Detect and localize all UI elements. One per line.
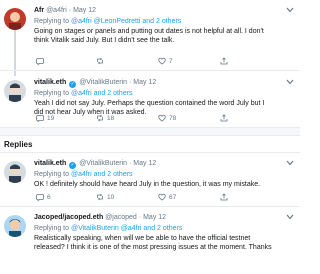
like-count: 67 [169, 193, 177, 201]
retweet-count: 18 [107, 114, 115, 122]
retweet-icon [97, 57, 103, 65]
like-count: 78 [169, 114, 177, 122]
author-handle[interactable]: @VitalikButerin [79, 79, 127, 86]
like-button[interactable]: 67 [158, 192, 176, 202]
author-name[interactable]: Jacoped/jacoped.eth [34, 214, 103, 221]
tweet-date[interactable]: May 12 [143, 214, 166, 221]
reply-button[interactable]: 19 [36, 113, 54, 123]
reply-count: 6 [47, 193, 51, 201]
tweet-text-line: think Vitalik said July. But I didn't se… [34, 37, 175, 45]
tweet-vitalik-1[interactable]: vitalik.eth ✓ @VitalikButerin · May 12 R… [0, 71, 300, 126]
replying-to-link[interactable]: @VitalikButerin @a4fri and 2 others [71, 225, 182, 232]
replying-to-link[interactable]: @a4fri @LeonPedretti and 2 others [71, 18, 181, 25]
share-button[interactable] [220, 56, 228, 66]
avatar[interactable] [4, 215, 26, 237]
share-button[interactable] [220, 113, 228, 123]
author-handle[interactable]: @a4fri [46, 7, 67, 14]
like-button[interactable]: 78 [158, 113, 176, 123]
reply-button[interactable]: 6 [36, 192, 51, 202]
replying-to-label: Replying to [34, 225, 71, 232]
tweet-text-line: Going on stages or panels and putting ou… [34, 28, 264, 35]
like-icon [158, 57, 166, 65]
caret-down-icon[interactable] [286, 79, 294, 85]
caret-down-icon[interactable] [286, 214, 294, 220]
retweet-button[interactable] [96, 56, 107, 66]
author-name[interactable]: vitalik.eth [34, 160, 66, 167]
tweet-text-line: Realistically speaking, when will we be … [34, 235, 251, 242]
replying-to-link[interactable]: @a4fri and 2 others [71, 171, 133, 178]
retweet-button[interactable]: 18 [96, 113, 114, 123]
separator-dot: · [129, 160, 132, 167]
caret-down-icon[interactable] [286, 7, 294, 13]
share-icon [220, 193, 228, 201]
author-handle[interactable]: @VitalikButerin [79, 160, 127, 167]
like-icon [158, 193, 166, 201]
separator-dot: · [129, 79, 132, 86]
avatar[interactable] [4, 80, 26, 102]
share-button[interactable] [220, 192, 228, 202]
like-count: 7 [169, 57, 173, 65]
section-gap [0, 127, 300, 136]
tweet-text-line: OK ! definitely should have heard July i… [34, 181, 261, 188]
replying-to-link[interactable]: @a4fri and 2 others [71, 90, 133, 97]
replies-heading: Replies [4, 140, 33, 149]
author-handle[interactable]: @jacoped [105, 214, 137, 221]
tweet-text-line: Yeah I did not say July. Perhaps the que… [34, 100, 265, 107]
like-button[interactable]: 7 [158, 56, 173, 66]
tweet-text: OK ! definitely should have heard July i… [34, 180, 296, 189]
tweet-text: Going on stages or panels and putting ou… [34, 27, 296, 45]
caret-down-icon[interactable] [286, 160, 294, 166]
separator-dot: · [138, 214, 142, 221]
tweet-date[interactable]: May 12 [133, 79, 156, 86]
like-icon [158, 114, 166, 122]
reply-icon [36, 194, 44, 201]
replying-to-label: Replying to [34, 18, 71, 25]
reply-icon [36, 58, 44, 65]
author-name[interactable]: vitalik.eth [34, 79, 66, 86]
tweet-date[interactable]: May 12 [133, 160, 156, 167]
replying-to-label: Replying to [34, 90, 71, 97]
retweet-count: 10 [107, 193, 115, 201]
separator-dot: · [68, 7, 72, 14]
reply-count: 19 [47, 114, 55, 122]
tweet-afr[interactable]: Afr @a4fri · May 12 Replying to @a4fri @… [0, 0, 300, 70]
share-icon [220, 57, 228, 65]
tweet-text: Realistically speaking, when will we be … [34, 234, 296, 252]
share-icon [220, 114, 228, 122]
reply-button[interactable] [36, 56, 47, 66]
retweet-icon [97, 114, 103, 122]
verified-badge-icon: ✓ [69, 81, 77, 88]
replying-to-label: Replying to [34, 171, 71, 178]
reply-icon [36, 115, 44, 122]
retweet-button[interactable]: 10 [96, 192, 114, 202]
tweet-date[interactable]: May 12 [73, 7, 96, 14]
avatar[interactable] [4, 8, 26, 30]
retweet-icon [97, 193, 103, 201]
avatar[interactable] [4, 161, 26, 183]
reply-jacoped[interactable]: Jacoped/jacoped.eth @jacoped · May 12 Re… [0, 207, 300, 274]
tweet-text-line: released? I think it is one of the most … [34, 244, 272, 252]
reply-vitalik[interactable]: vitalik.eth ✓ @VitalikButerin · May 12 R… [0, 153, 300, 205]
verified-badge-icon: ✓ [69, 162, 77, 169]
author-name[interactable]: Afr [34, 7, 44, 14]
